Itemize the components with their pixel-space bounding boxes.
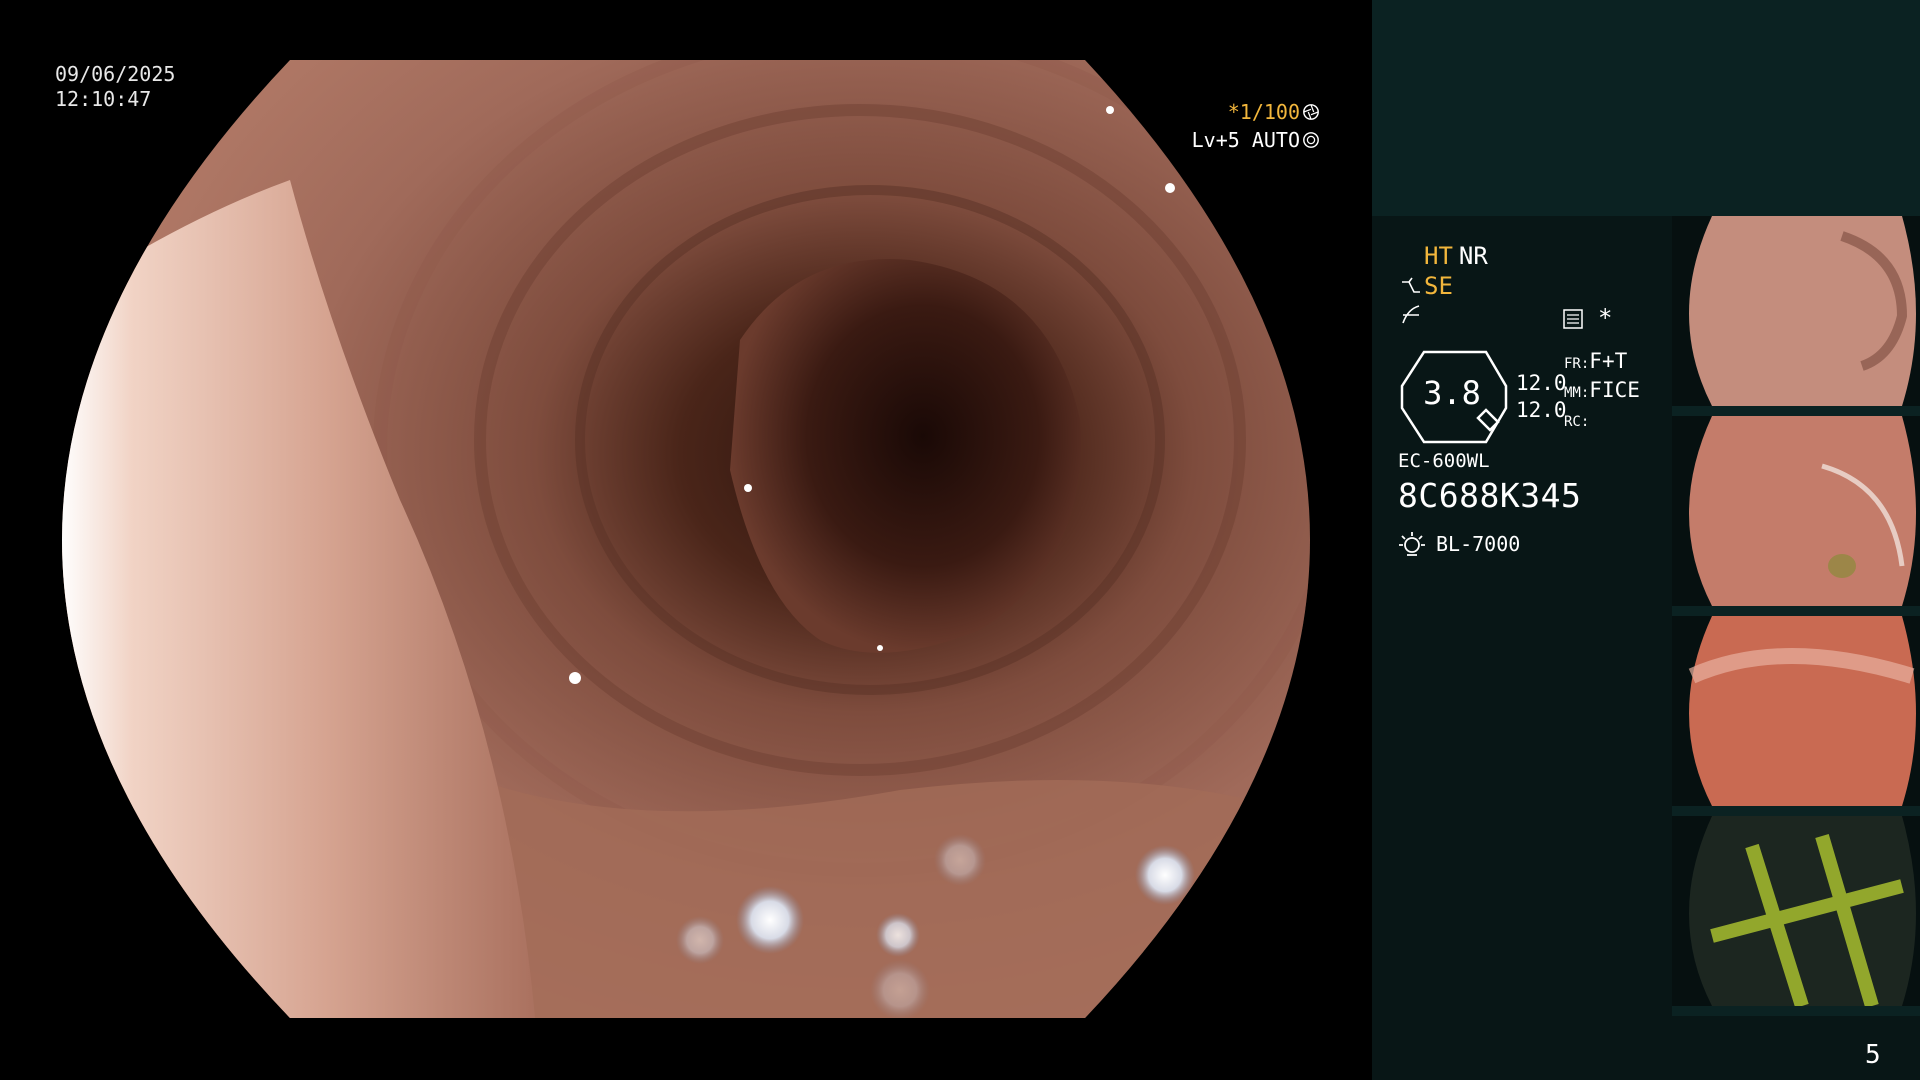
thumbnail-3[interactable] — [1672, 616, 1920, 816]
light-source-row: BL-7000 — [1398, 530, 1520, 558]
ht-label: HT — [1424, 242, 1453, 270]
time-text: 12:10:47 — [55, 87, 152, 111]
se-label: SE — [1424, 272, 1453, 300]
thumbnail-image — [1672, 816, 1920, 1016]
scope-serial: 8C688K345 — [1398, 476, 1582, 515]
page-number: 5 — [1865, 1040, 1881, 1070]
shutter-speed: *1/100 — [1227, 100, 1300, 124]
shutter-row: *1/100 — [1140, 98, 1320, 126]
lamp-icon — [1399, 532, 1425, 556]
thumbnail-1[interactable] — [1672, 216, 1920, 416]
settings-list-icon — [1563, 309, 1583, 329]
level-b-value: 12.0 — [1516, 398, 1567, 422]
enhancement-row: HT NR — [1424, 242, 1488, 270]
aperture-icon — [1303, 104, 1319, 120]
nr-label: NR — [1458, 242, 1488, 270]
mode-value: F+T — [1589, 349, 1628, 373]
tone-curve-icon — [1402, 305, 1420, 324]
scope-model: EC-600WL — [1398, 450, 1490, 472]
octagon-value: 3.8 — [1423, 374, 1481, 412]
octagon-indicator: 3.8 — [1398, 350, 1514, 444]
mode-list: FR:F+T MM:FICE RC: — [1564, 348, 1640, 435]
light-source-label: BL-7000 — [1436, 532, 1521, 556]
endoscopic-image — [62, 60, 1310, 1018]
mode-key: MM: — [1564, 385, 1590, 401]
structure-enhance-icon — [1402, 277, 1420, 293]
structure-row: SE — [1400, 272, 1453, 300]
star-indicator: * — [1598, 304, 1613, 332]
level-row: Lv+5 AUTO — [1140, 126, 1320, 154]
light-level: Lv+5 AUTO — [1191, 128, 1300, 152]
mode-row-mm: MM:FICE — [1564, 377, 1640, 406]
mode-row-rc: RC: — [1564, 406, 1640, 435]
date-text: 09/06/2025 — [55, 62, 176, 86]
level-a-value: 12.0 — [1516, 371, 1567, 395]
iris-icon — [1303, 132, 1319, 148]
thumbnail-image — [1672, 216, 1920, 416]
thumbnail-image — [1672, 416, 1920, 616]
tone-curve-row — [1400, 303, 1422, 331]
mode-key: RC: — [1564, 414, 1590, 430]
mode-row-fr: FR:F+T — [1564, 348, 1640, 377]
mode-key: FR: — [1564, 356, 1590, 372]
thumbnail-image — [1672, 616, 1920, 816]
endoscope-view: 09/06/2025 12:10:47 *1/100 Lv+5 AUTO — [0, 0, 1372, 1080]
panel-header-band — [1372, 0, 1920, 216]
datetime-overlay: 09/06/2025 12:10:47 — [55, 62, 175, 112]
exposure-overlay: *1/100 Lv+5 AUTO — [1140, 98, 1320, 154]
info-panel: HTNR SE * 3.8 12.0 12.0 FR:F+T MM:FICE — [1372, 0, 1920, 1080]
thumbnail-4[interactable] — [1672, 816, 1920, 1016]
thumbnail-2[interactable] — [1672, 416, 1920, 616]
mode-value: FICE — [1589, 378, 1640, 402]
